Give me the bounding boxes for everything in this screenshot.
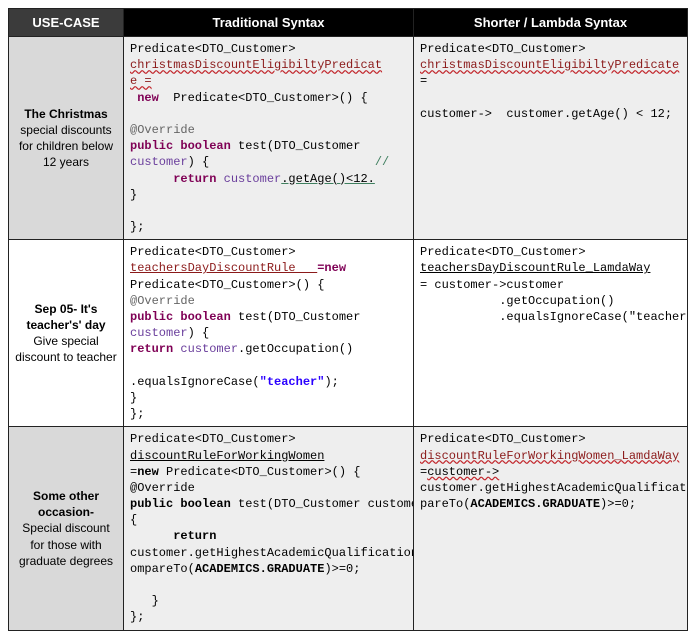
col-header-usecase: USE-CASE: [9, 9, 124, 37]
usecase-title: The Christmas: [15, 106, 117, 122]
traditional-code: Predicate<DTO_Customer> teachersDayDisco…: [124, 240, 414, 427]
usecase-title: Some other occasion-: [15, 488, 117, 520]
lambda-code: Predicate<DTO_Customer> christmasDiscoun…: [414, 37, 688, 240]
lambda-code: Predicate<DTO_Customer> teachersDayDisco…: [414, 240, 688, 427]
syntax-comparison-table: USE-CASE Traditional Syntax Shorter / La…: [8, 8, 688, 631]
usecase-body: special discounts for children below 12 …: [19, 123, 113, 169]
usecase-title: Sep 05- It's teacher's' day: [15, 301, 117, 333]
usecase-body: Give special discount to teacher: [15, 334, 116, 364]
lambda-code: Predicate<DTO_Customer> discountRuleForW…: [414, 427, 688, 630]
col-header-lambda: Shorter / Lambda Syntax: [414, 9, 688, 37]
table-row: The Christmas special discounts for chil…: [9, 37, 688, 240]
usecase-cell: The Christmas special discounts for chil…: [9, 37, 124, 240]
usecase-cell: Some other occasion- Special discount fo…: [9, 427, 124, 630]
usecase-body: Special discount for those with graduate…: [19, 521, 113, 567]
col-header-traditional: Traditional Syntax: [124, 9, 414, 37]
traditional-code: Predicate<DTO_Customer> discountRuleForW…: [124, 427, 414, 630]
usecase-cell: Sep 05- It's teacher's' day Give special…: [9, 240, 124, 427]
traditional-code: Predicate<DTO_Customer> christmasDiscoun…: [124, 37, 414, 240]
table-row: Sep 05- It's teacher's' day Give special…: [9, 240, 688, 427]
table-row: Some other occasion- Special discount fo…: [9, 427, 688, 630]
